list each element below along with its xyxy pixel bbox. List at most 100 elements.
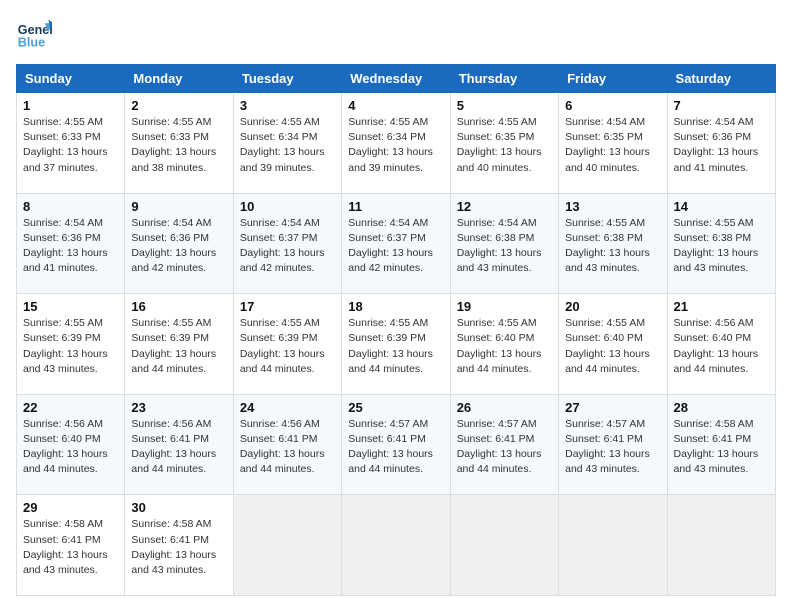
calendar-cell: 24Sunrise: 4:56 AMSunset: 6:41 PMDayligh… xyxy=(233,394,341,495)
daylight-label: Daylight: xyxy=(674,247,718,259)
calendar-week-1: 1Sunrise: 4:55 AMSunset: 6:33 PMDaylight… xyxy=(17,93,776,194)
daylight-label: Daylight: xyxy=(131,146,175,158)
sunrise-value: 4:54 AM xyxy=(64,217,103,229)
sunset-label: Sunset: xyxy=(240,332,279,344)
sunset-label: Sunset: xyxy=(565,433,604,445)
daylight-label: Daylight: xyxy=(674,348,718,360)
daylight-label: Daylight: xyxy=(348,247,392,259)
sunrise-value: 4:55 AM xyxy=(281,317,320,329)
sunset-label: Sunset: xyxy=(23,332,62,344)
sunset-value: 6:40 PM xyxy=(712,332,751,344)
sunset-value: 6:36 PM xyxy=(712,131,751,143)
daylight-label: Daylight: xyxy=(674,448,718,460)
calendar-cell: 8Sunrise: 4:54 AMSunset: 6:36 PMDaylight… xyxy=(17,193,125,294)
daylight-label: Daylight: xyxy=(565,448,609,460)
sunset-value: 6:41 PM xyxy=(278,433,317,445)
sunset-label: Sunset: xyxy=(23,131,62,143)
day-number: 20 xyxy=(565,299,660,314)
daylight-label: Daylight: xyxy=(23,448,67,460)
sunrise-value: 4:55 AM xyxy=(173,116,212,128)
sunrise-label: Sunrise: xyxy=(23,217,64,229)
sunrise-value: 4:56 AM xyxy=(715,317,754,329)
sunset-value: 6:41 PM xyxy=(170,534,209,546)
sunrise-label: Sunrise: xyxy=(674,317,715,329)
sunrise-label: Sunrise: xyxy=(457,418,498,430)
sunrise-label: Sunrise: xyxy=(565,116,606,128)
sunrise-value: 4:57 AM xyxy=(607,418,646,430)
sunrise-label: Sunrise: xyxy=(240,317,281,329)
sunrise-value: 4:55 AM xyxy=(390,116,429,128)
calendar-cell: 16Sunrise: 4:55 AMSunset: 6:39 PMDayligh… xyxy=(125,294,233,395)
svg-text:Blue: Blue xyxy=(18,36,45,50)
sunset-value: 6:41 PM xyxy=(387,433,426,445)
sunset-value: 6:39 PM xyxy=(278,332,317,344)
daylight-label: Daylight: xyxy=(131,549,175,561)
calendar-cell: 28Sunrise: 4:58 AMSunset: 6:41 PMDayligh… xyxy=(667,394,775,495)
calendar-header-row: SundayMondayTuesdayWednesdayThursdayFrid… xyxy=(17,65,776,93)
calendar-cell: 26Sunrise: 4:57 AMSunset: 6:41 PMDayligh… xyxy=(450,394,558,495)
calendar-cell xyxy=(559,495,667,596)
daylight-label: Daylight: xyxy=(565,247,609,259)
sunrise-label: Sunrise: xyxy=(240,418,281,430)
sunset-value: 6:34 PM xyxy=(278,131,317,143)
day-number: 23 xyxy=(131,400,226,415)
sunset-value: 6:35 PM xyxy=(604,131,643,143)
sunrise-value: 4:56 AM xyxy=(281,418,320,430)
sunrise-label: Sunrise: xyxy=(240,116,281,128)
sunrise-label: Sunrise: xyxy=(457,217,498,229)
sunrise-value: 4:55 AM xyxy=(173,317,212,329)
calendar-table: SundayMondayTuesdayWednesdayThursdayFrid… xyxy=(16,64,776,596)
daylight-label: Daylight: xyxy=(674,146,718,158)
calendar-cell: 9Sunrise: 4:54 AMSunset: 6:36 PMDaylight… xyxy=(125,193,233,294)
sunset-value: 6:41 PM xyxy=(62,534,101,546)
sunrise-label: Sunrise: xyxy=(131,518,172,530)
calendar-cell: 3Sunrise: 4:55 AMSunset: 6:34 PMDaylight… xyxy=(233,93,341,194)
sunset-label: Sunset: xyxy=(348,332,387,344)
day-number: 18 xyxy=(348,299,443,314)
sunset-label: Sunset: xyxy=(131,332,170,344)
sunrise-value: 4:54 AM xyxy=(390,217,429,229)
calendar-cell xyxy=(342,495,450,596)
sunrise-value: 4:55 AM xyxy=(281,116,320,128)
sunrise-value: 4:58 AM xyxy=(64,518,103,530)
sunset-value: 6:39 PM xyxy=(387,332,426,344)
sunset-label: Sunset: xyxy=(348,433,387,445)
daylight-label: Daylight: xyxy=(23,247,67,259)
calendar-cell: 14Sunrise: 4:55 AMSunset: 6:38 PMDayligh… xyxy=(667,193,775,294)
sunset-label: Sunset: xyxy=(23,433,62,445)
day-number: 9 xyxy=(131,199,226,214)
sunrise-label: Sunrise: xyxy=(348,116,389,128)
sunrise-label: Sunrise: xyxy=(23,518,64,530)
day-number: 30 xyxy=(131,500,226,515)
sunset-label: Sunset: xyxy=(131,232,170,244)
sunrise-value: 4:56 AM xyxy=(173,418,212,430)
sunrise-value: 4:54 AM xyxy=(607,116,646,128)
sunset-value: 6:41 PM xyxy=(495,433,534,445)
sunrise-label: Sunrise: xyxy=(457,116,498,128)
sunset-label: Sunset: xyxy=(240,433,279,445)
day-number: 6 xyxy=(565,98,660,113)
sunset-value: 6:41 PM xyxy=(170,433,209,445)
sunset-label: Sunset: xyxy=(674,332,713,344)
calendar-cell: 30Sunrise: 4:58 AMSunset: 6:41 PMDayligh… xyxy=(125,495,233,596)
day-number: 5 xyxy=(457,98,552,113)
sunset-label: Sunset: xyxy=(348,131,387,143)
calendar-header-friday: Friday xyxy=(559,65,667,93)
day-number: 16 xyxy=(131,299,226,314)
calendar-header-tuesday: Tuesday xyxy=(233,65,341,93)
calendar-cell: 13Sunrise: 4:55 AMSunset: 6:38 PMDayligh… xyxy=(559,193,667,294)
sunset-label: Sunset: xyxy=(674,131,713,143)
sunset-value: 6:40 PM xyxy=(604,332,643,344)
sunset-label: Sunset: xyxy=(457,131,496,143)
sunset-value: 6:37 PM xyxy=(387,232,426,244)
calendar-cell: 15Sunrise: 4:55 AMSunset: 6:39 PMDayligh… xyxy=(17,294,125,395)
sunset-value: 6:33 PM xyxy=(62,131,101,143)
sunrise-label: Sunrise: xyxy=(240,217,281,229)
sunrise-value: 4:57 AM xyxy=(498,418,537,430)
daylight-label: Daylight: xyxy=(565,348,609,360)
day-number: 21 xyxy=(674,299,769,314)
sunset-label: Sunset: xyxy=(23,232,62,244)
sunrise-value: 4:58 AM xyxy=(715,418,754,430)
sunrise-value: 4:55 AM xyxy=(498,317,537,329)
daylight-label: Daylight: xyxy=(457,247,501,259)
